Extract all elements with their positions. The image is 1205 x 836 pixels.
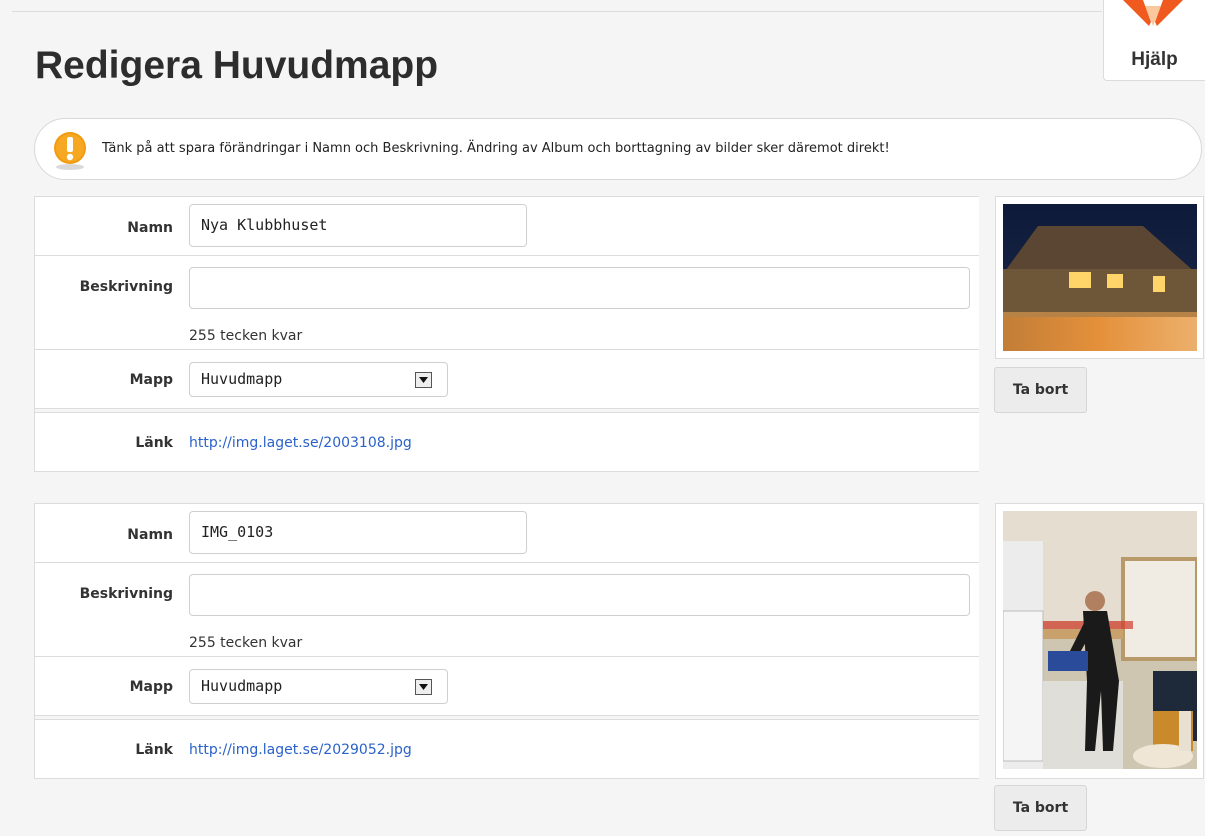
description-row: Beskrivning 255 tecken kvar <box>35 563 979 657</box>
dropdown-arrow-icon[interactable] <box>415 372 432 388</box>
folder-select-value: Huvudmapp <box>201 677 283 695</box>
help-logo-icon <box>1123 0 1183 26</box>
top-divider <box>12 11 1102 12</box>
remove-button-1[interactable]: Ta bort <box>994 367 1087 413</box>
folder-row: Mapp Huvudmapp <box>35 657 979 716</box>
help-label: Hjälp <box>1131 49 1178 70</box>
folder-select[interactable]: Huvudmapp <box>189 362 448 397</box>
description-textarea[interactable] <box>189 574 970 616</box>
link-row: Länk http://img.laget.se/2003108.jpg <box>35 413 979 471</box>
folder-select-value: Huvudmapp <box>201 370 283 388</box>
name-label: Namn <box>127 527 173 543</box>
photo-form-1: Namn Nya Klubbhuset Beskrivning 255 teck… <box>34 196 979 472</box>
remove-button-2[interactable]: Ta bort <box>994 785 1087 831</box>
kitchen-photo <box>1003 511 1197 769</box>
photo-form-2: Namn IMG_0103 Beskrivning 255 tecken kva… <box>34 503 979 779</box>
description-label: Beskrivning <box>79 586 173 602</box>
thumbnail-2 <box>995 503 1204 779</box>
description-row: Beskrivning 255 tecken kvar <box>35 256 979 350</box>
char-count: 255 tecken kvar <box>189 635 303 651</box>
dropdown-arrow-icon[interactable] <box>415 679 432 695</box>
char-count: 255 tecken kvar <box>189 328 303 344</box>
page-title: Redigera Huvudmapp <box>35 44 439 87</box>
name-row: Namn Nya Klubbhuset <box>35 197 979 256</box>
link-row: Länk http://img.laget.se/2029052.jpg <box>35 720 979 778</box>
notice-banner: Tänk på att spara förändringar i Namn oc… <box>34 118 1202 180</box>
name-label: Namn <box>127 220 173 236</box>
folder-label: Mapp <box>129 679 173 695</box>
clubhouse-photo <box>1003 204 1197 351</box>
description-textarea[interactable] <box>189 267 970 309</box>
help-button[interactable]: Hjälp <box>1103 0 1205 81</box>
notice-text: Tänk på att spara förändringar i Namn oc… <box>102 141 890 156</box>
link-label: Länk <box>135 435 173 451</box>
description-label: Beskrivning <box>79 279 173 295</box>
exclamation-icon <box>54 132 86 170</box>
image-link[interactable]: http://img.laget.se/2029052.jpg <box>189 742 412 758</box>
name-input[interactable]: IMG_0103 <box>189 511 527 554</box>
folder-select[interactable]: Huvudmapp <box>189 669 448 704</box>
folder-label: Mapp <box>129 372 173 388</box>
link-label: Länk <box>135 742 173 758</box>
name-input[interactable]: Nya Klubbhuset <box>189 204 527 247</box>
thumbnail-1 <box>995 196 1204 359</box>
name-row: Namn IMG_0103 <box>35 504 979 563</box>
folder-row: Mapp Huvudmapp <box>35 350 979 409</box>
image-link[interactable]: http://img.laget.se/2003108.jpg <box>189 435 412 451</box>
